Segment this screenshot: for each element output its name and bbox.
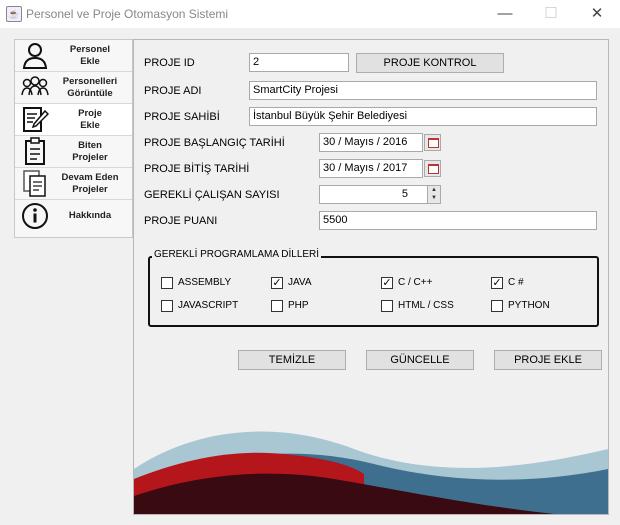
checkbox-label: HTML / CSS [398, 300, 454, 311]
edit-document-icon [23, 107, 49, 132]
proje-puani-field[interactable]: 5500 [319, 211, 597, 230]
documents-icon [23, 170, 46, 197]
calendar-icon [428, 164, 439, 174]
title-bar: ☕ Personel ve Proje Otomasyon Sistemi — … [0, 0, 620, 28]
sidebar-item-label: Biten Projeler [72, 140, 108, 163]
sidebar-item-label: Personelleri Görüntüle [62, 76, 118, 99]
checkbox-label: C / C++ [398, 277, 433, 288]
calisan-sayisi-label: GEREKLİ ÇALIŞAN SAYISI [144, 189, 280, 201]
users-icon [21, 76, 49, 96]
sidebar-item-hakkinda[interactable]: Hakkında [15, 200, 132, 232]
sidebar-item-proje-ekle[interactable]: Proje Ekle [15, 104, 132, 136]
baslangic-calendar-button[interactable] [424, 134, 441, 151]
info-icon [22, 203, 48, 229]
maximize-button[interactable]: ☐ [528, 0, 574, 28]
checkbox-label: PHP [288, 300, 309, 311]
calendar-icon [428, 138, 439, 148]
sidebar-item-label: Proje Ekle [78, 108, 102, 131]
checkbox-php[interactable] [271, 300, 283, 312]
checkbox-assembly[interactable] [161, 277, 173, 289]
temizle-button[interactable]: TEMİZLE [238, 350, 346, 370]
programlama-dilleri-title: GEREKLİ PROGRAMLAMA DİLLERİ [152, 249, 322, 260]
checkbox-label: ASSEMBLY [178, 277, 232, 288]
bitis-calendar-button[interactable] [424, 160, 441, 177]
proje-id-field[interactable]: 2 [249, 53, 349, 72]
calisan-sayisi-spinner[interactable]: 5 [319, 185, 429, 204]
checkbox-label: PYTHON [508, 300, 550, 311]
checkbox-label: JAVASCRIPT [178, 300, 239, 311]
calisan-sayisi-stepper[interactable]: ▲ ▼ [427, 185, 441, 204]
proje-adi-field[interactable]: SmartCity Projesi [249, 81, 597, 100]
checkbox-label: C # [508, 277, 524, 288]
minimize-button[interactable]: — [482, 0, 528, 28]
spinner-down-icon[interactable]: ▼ [428, 194, 440, 202]
proje-sahibi-label: PROJE SAHİBİ [144, 111, 220, 123]
proje-ekle-button[interactable]: PROJE EKLE [494, 350, 602, 370]
java-app-icon: ☕ [6, 6, 22, 22]
sidebar-item-personelleri-goruntule[interactable]: Personelleri Görüntüle [15, 72, 132, 104]
proje-id-label: PROJE ID [144, 57, 195, 69]
proje-ekle-panel: PROJE ID 2 PROJE KONTROL PROJE ADI Smart… [133, 39, 609, 515]
sidebar-item-label: Personel Ekle [69, 44, 111, 67]
programlama-dilleri-group [148, 256, 599, 327]
proje-sahibi-field[interactable]: İstanbul Büyük Şehir Belediyesi [249, 107, 597, 126]
window-title: Personel ve Proje Otomasyon Sistemi [26, 7, 229, 21]
sidebar-item-devam-eden-projeler[interactable]: Devam Eden Projeler [15, 168, 132, 200]
proje-kontrol-button[interactable]: PROJE KONTROL [356, 53, 504, 73]
checkbox-python[interactable] [491, 300, 503, 312]
sidebar-item-personel-ekle[interactable]: Personel Ekle [15, 40, 132, 72]
bitis-tarihi-label: PROJE BİTİŞ TARİHİ [144, 163, 250, 175]
checkbox-csharp[interactable]: ✓ [491, 277, 503, 289]
sidebar-item-label: Hakkında [68, 210, 112, 221]
checkbox-c-cpp[interactable]: ✓ [381, 277, 393, 289]
sidebar-item-biten-projeler[interactable]: Biten Projeler [15, 136, 132, 168]
sidebar: Personel Ekle Personelleri Görüntüle Pro… [14, 39, 133, 238]
checkbox-label: JAVA [288, 277, 312, 288]
close-button[interactable]: ✕ [574, 0, 620, 28]
proje-puani-label: PROJE PUANI [144, 215, 218, 227]
checkbox-java[interactable]: ✓ [271, 277, 283, 289]
checkbox-html-css[interactable] [381, 300, 393, 312]
user-icon [22, 43, 48, 69]
checkbox-javascript[interactable] [161, 300, 173, 312]
bitis-tarihi-field[interactable]: 30 / Mayıs / 2017 [319, 159, 423, 178]
baslangic-tarihi-label: PROJE BAŞLANGIÇ TARİHİ [144, 137, 285, 149]
sidebar-item-label: Devam Eden Projeler [61, 172, 119, 195]
guncelle-button[interactable]: GÜNCELLE [366, 350, 474, 370]
decorative-waves-image [134, 431, 608, 514]
spinner-up-icon[interactable]: ▲ [428, 186, 440, 194]
clipboard-icon [25, 137, 45, 165]
proje-adi-label: PROJE ADI [144, 85, 202, 97]
baslangic-tarihi-field[interactable]: 30 / Mayıs / 2016 [319, 133, 423, 152]
